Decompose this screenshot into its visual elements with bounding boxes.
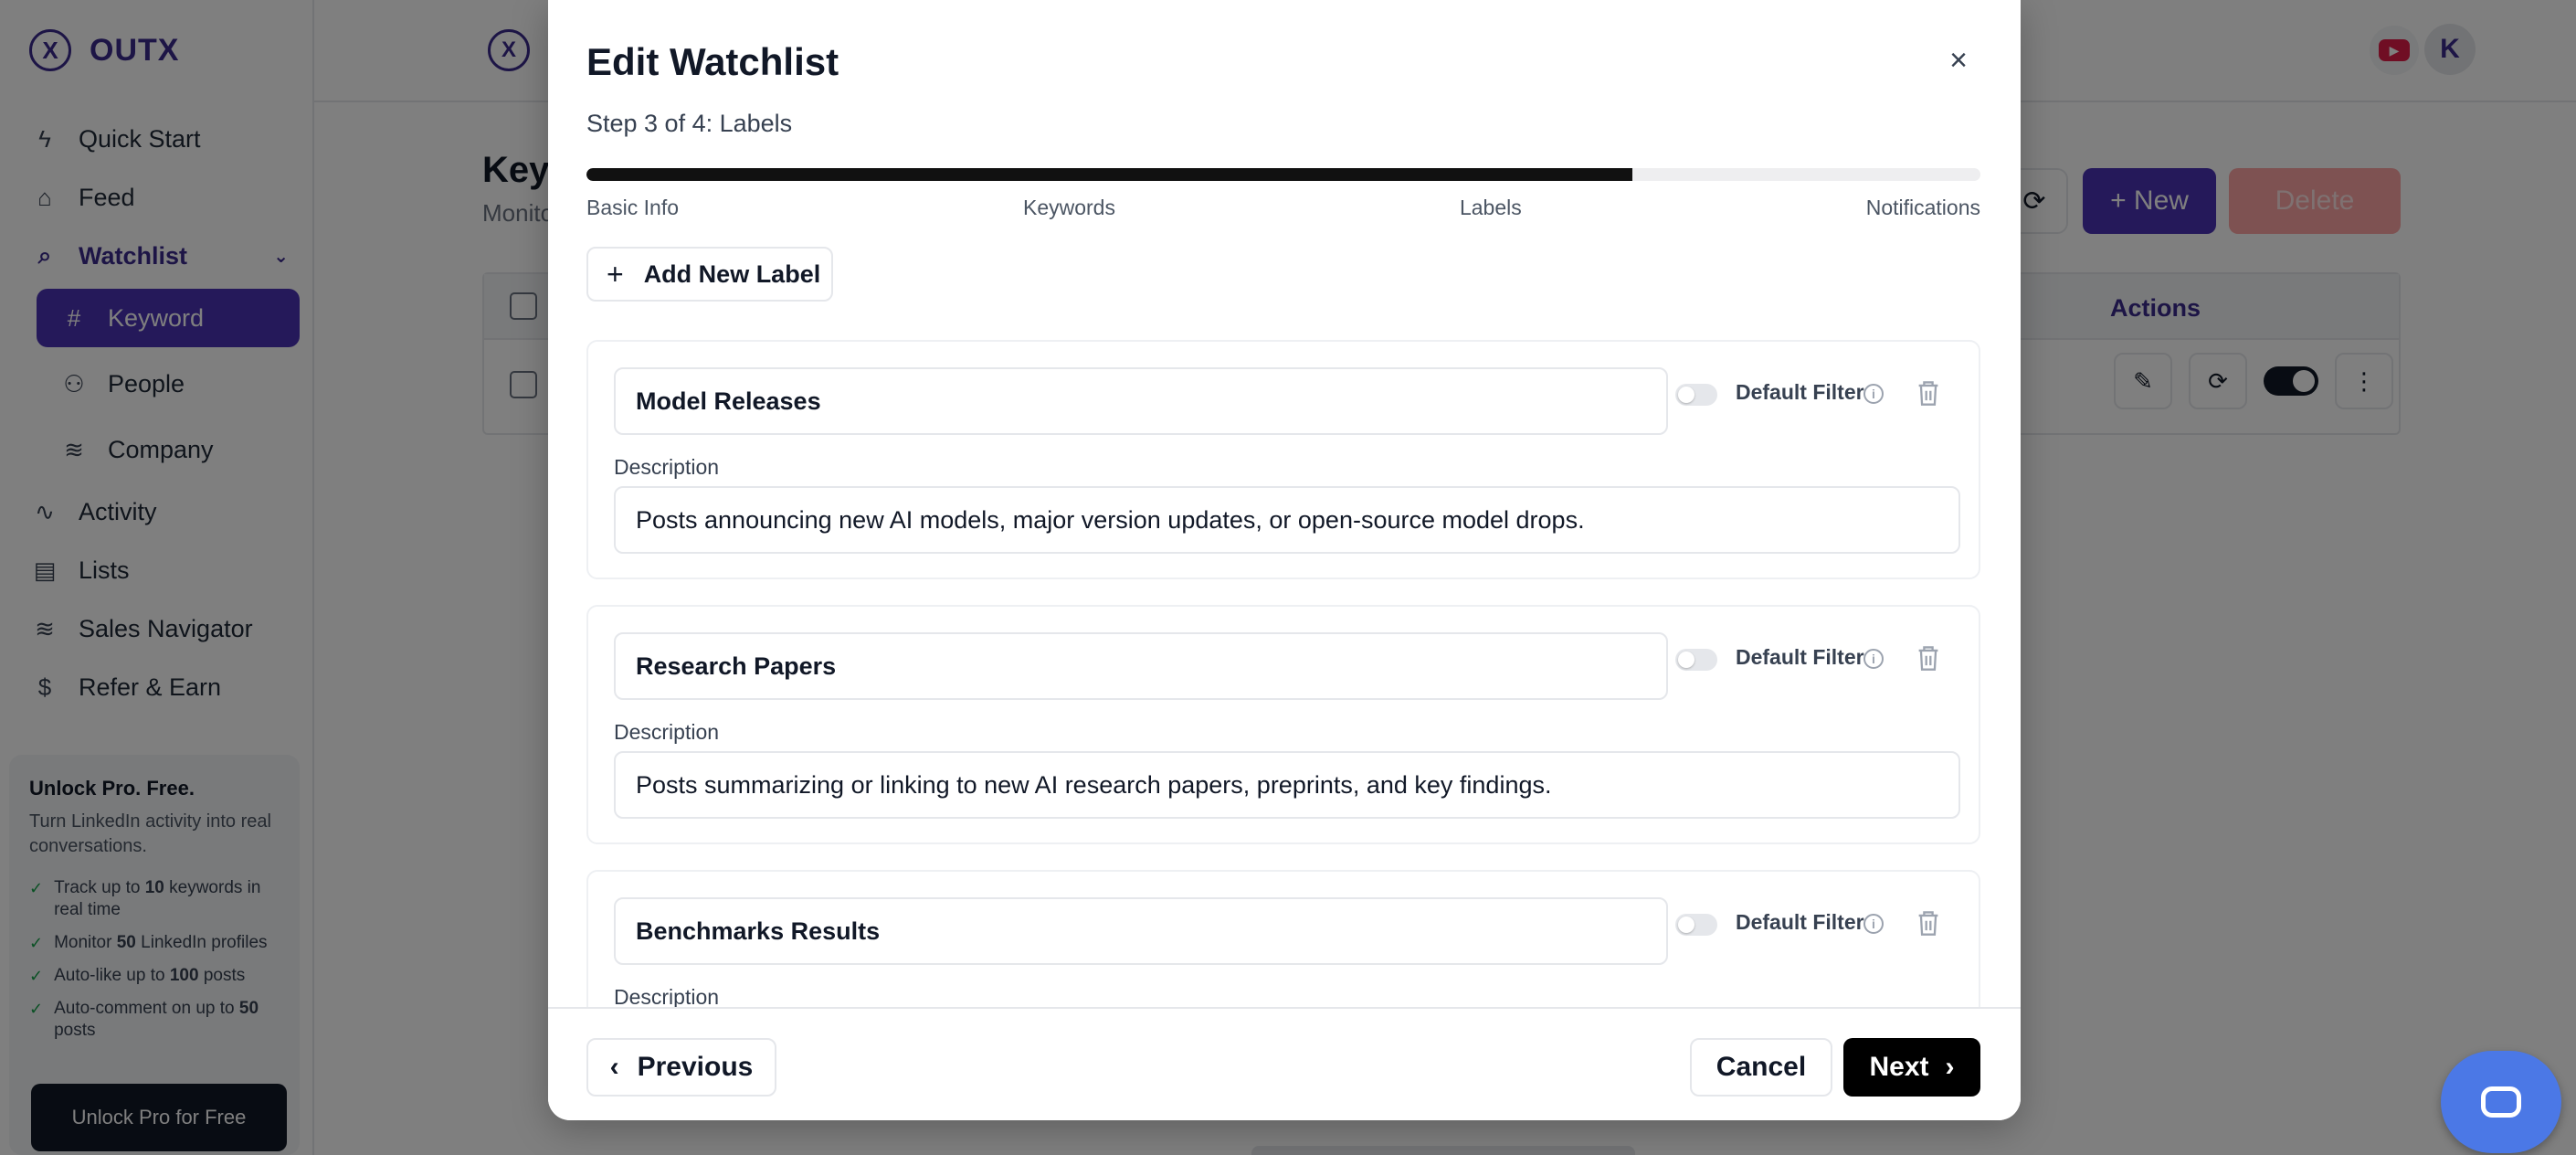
label-description-input[interactable]: [614, 486, 1960, 554]
chevron-left-icon: ‹: [609, 1052, 619, 1082]
label-name-input[interactable]: [614, 897, 1668, 965]
trash-icon[interactable]: [1915, 378, 1942, 409]
default-filter-toggle[interactable]: [1675, 914, 1717, 936]
progress-bar: [586, 168, 1980, 181]
label-name-input[interactable]: [614, 367, 1668, 435]
step-indicator: Step 3 of 4: Labels: [586, 110, 793, 137]
chat-icon: [2481, 1086, 2521, 1118]
default-filter-toggle[interactable]: [1675, 384, 1717, 406]
previous-button[interactable]: ‹ Previous: [586, 1038, 776, 1097]
modal-title: Edit Watchlist: [586, 40, 839, 83]
trash-icon[interactable]: [1915, 643, 1942, 674]
add-new-label-button[interactable]: + Add New Label: [586, 247, 833, 302]
labels-list[interactable]: Default Filter i Description Default Fil…: [586, 340, 1980, 1007]
description-label: Description: [614, 985, 720, 1007]
close-icon[interactable]: ×: [1942, 44, 1975, 77]
default-filter-label: Default Filter: [1736, 380, 1864, 404]
label-name-input[interactable]: [614, 632, 1668, 700]
progress-fill: [586, 168, 1632, 181]
description-label: Description: [614, 455, 720, 479]
chat-button[interactable]: [2441, 1051, 2561, 1153]
label-description-input[interactable]: [614, 751, 1960, 819]
step-labels: Basic Info Keywords Labels Notifications: [586, 196, 1980, 220]
next-button[interactable]: Next ›: [1843, 1038, 1980, 1097]
default-filter-toggle[interactable]: [1675, 649, 1717, 671]
label-card: Default Filter i Description: [586, 870, 1980, 1007]
default-filter-label: Default Filter: [1736, 910, 1864, 934]
step-keywords: Keywords: [1022, 196, 1115, 219]
modal-footer: ‹ Previous Cancel Next ›: [548, 1007, 2021, 1120]
edit-watchlist-modal: Edit Watchlist × Step 3 of 4: Labels Bas…: [548, 0, 2021, 1120]
info-icon[interactable]: i: [1863, 649, 1884, 669]
chevron-right-icon: ›: [1945, 1052, 1955, 1082]
label-card: Default Filter i Description: [586, 605, 1980, 844]
step-notifications: Notifications: [1865, 196, 1980, 219]
step-basic-info: Basic Info: [586, 196, 679, 219]
step-labels: Labels: [1459, 196, 1522, 219]
label-card: Default Filter i Description: [586, 340, 1980, 579]
trash-icon[interactable]: [1915, 908, 1942, 939]
default-filter-label: Default Filter: [1736, 645, 1864, 669]
plus-icon: +: [607, 257, 624, 291]
info-icon[interactable]: i: [1863, 384, 1884, 404]
description-label: Description: [614, 720, 720, 744]
cancel-button[interactable]: Cancel: [1690, 1038, 1832, 1097]
info-icon[interactable]: i: [1863, 914, 1884, 934]
